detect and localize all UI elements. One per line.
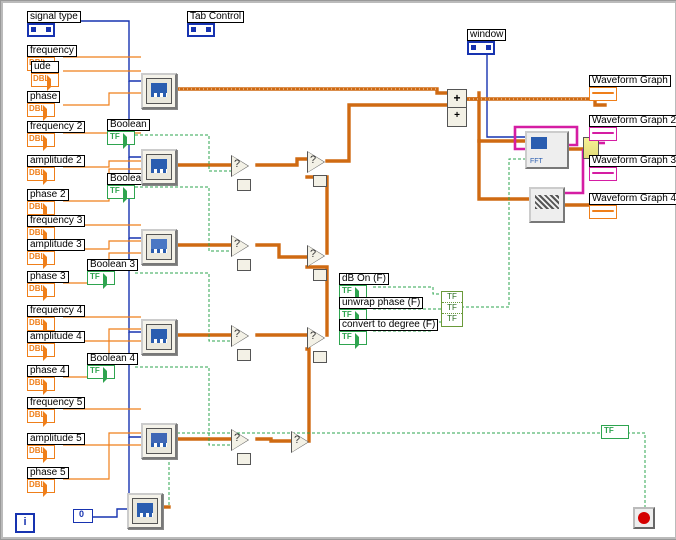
merge-node-4[interactable] (291, 431, 319, 453)
waveform-gen-4[interactable] (141, 319, 177, 355)
select-node-2-sub-icon (237, 259, 251, 271)
merge-node-3[interactable] (307, 327, 335, 349)
signal-type-control: signal type (27, 11, 81, 37)
dbl-icon (31, 73, 59, 87)
select-node-1-sub-icon (237, 179, 251, 191)
zero-constant (73, 509, 93, 523)
waveform-gen-3[interactable] (141, 229, 177, 265)
graph-icon (589, 87, 617, 101)
amplitude-5: amplitude 5 (27, 433, 85, 459)
select-node-3-sub-icon (237, 349, 251, 361)
enum-icon (27, 23, 55, 37)
phase-3: phase 3 (27, 271, 69, 297)
loop-iteration-terminal: i (15, 513, 35, 533)
bool-icon (107, 131, 135, 145)
add-node-top[interactable]: + (447, 89, 467, 109)
dbl-icon (27, 103, 55, 117)
select-node-2[interactable] (231, 235, 259, 257)
phase-5: phase 5 (27, 467, 69, 493)
enum-icon (467, 41, 495, 55)
graph-icon (589, 167, 617, 181)
waveform-gen-5[interactable] (141, 423, 177, 459)
tab-control: Tab Control (187, 11, 244, 37)
stop-terminal[interactable] (633, 507, 655, 529)
boolean-3: Boolean 3 (87, 259, 138, 285)
frequency-5: frequency 5 (27, 397, 85, 423)
graph-icon (589, 127, 617, 141)
boolean-4: Boolean 4 (87, 353, 138, 379)
phase-4: phase 4 (27, 365, 69, 391)
tab-control-label: Tab Control (187, 11, 244, 23)
amplitude-4: amplitude 4 (27, 331, 85, 357)
waveform-graph-4: Waveform Graph 4 (589, 193, 676, 219)
bundle-node[interactable]: TFTFTF (441, 291, 463, 327)
waveform-gen-2[interactable] (141, 149, 177, 185)
amplitude-3: amplitude 3 (27, 239, 85, 265)
i32-icon (73, 509, 93, 523)
phase-2: phase 2 (27, 189, 69, 215)
phase-control: phase (27, 91, 60, 117)
select-node-1[interactable] (231, 155, 259, 177)
boolean-1: Boolean (107, 119, 150, 145)
frequency-3: frequency 3 (27, 215, 85, 241)
waveform-graph-1: Waveform Graph (589, 75, 671, 101)
amplitude-control: ude (31, 61, 59, 87)
graph-icon (589, 205, 617, 219)
spectral-vi[interactable] (529, 187, 565, 223)
db-on: dB On (F) (339, 273, 389, 299)
enum-icon (187, 23, 215, 37)
frequency-2: frequency 2 (27, 121, 85, 147)
merge-node-1[interactable] (307, 151, 335, 173)
frequency-4: frequency 4 (27, 305, 85, 331)
waveform-gen-1[interactable] (141, 73, 177, 109)
select-node-4-sub-icon (237, 453, 251, 465)
merge-node-2[interactable] (307, 245, 335, 267)
select-node-4[interactable] (231, 429, 259, 451)
waveform-graph-3: Waveform Graph 3 (589, 155, 676, 181)
waveform-graph-2: Waveform Graph 2 (589, 115, 676, 141)
window-label: window (467, 29, 506, 41)
fft-vi[interactable]: FFT (525, 131, 569, 169)
signal-type-label: signal type (27, 11, 81, 23)
waveform-gen-bottom[interactable] (127, 493, 163, 529)
select-node-3[interactable] (231, 325, 259, 347)
amplitude-2: amplitude 2 (27, 155, 85, 181)
boolean-source (601, 425, 629, 439)
window-control: window (467, 29, 506, 55)
convert-to-degree: convert to degree (F) (339, 319, 438, 345)
add-node-bottom[interactable]: + (447, 107, 467, 127)
